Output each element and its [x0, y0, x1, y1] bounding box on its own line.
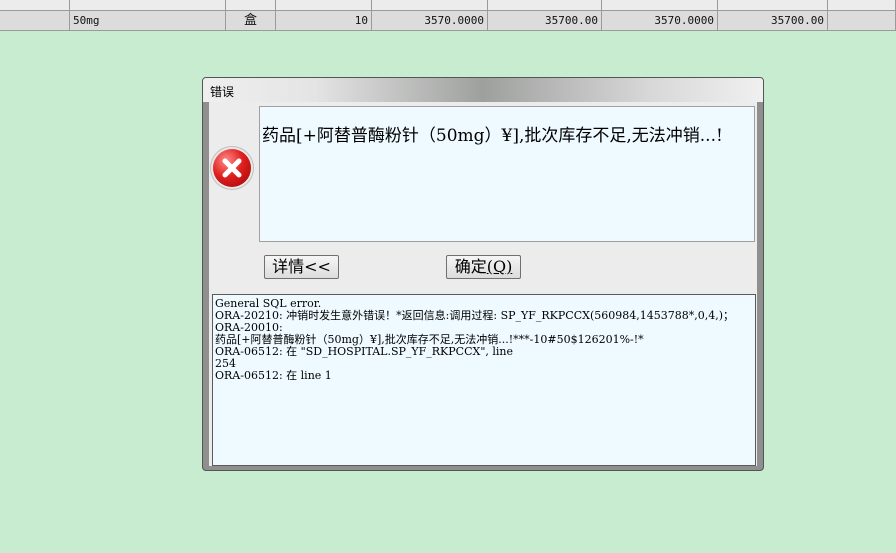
data-grid: 50mg 盒 10 3570.0000 35700.00 3570.0000 3… — [0, 0, 896, 31]
dialog-titlebar[interactable]: 错误 — [203, 78, 763, 102]
grid-cell-amount[interactable]: 35700.00 — [718, 11, 828, 30]
grid-header-cell[interactable] — [602, 0, 718, 10]
grid-cell-amount[interactable]: 35700.00 — [488, 11, 602, 30]
error-icon — [213, 149, 251, 187]
grid-header-cell[interactable] — [70, 0, 226, 10]
grid-cell-spec[interactable]: 50mg — [70, 11, 226, 30]
error-message: 药品[+阿替普酶粉针（50mg）¥],批次库存不足,无法冲销...! — [262, 126, 723, 146]
ok-button[interactable]: 确定(Q) — [446, 255, 521, 279]
ok-button-accelerator: (Q) — [486, 257, 513, 276]
grid-header-cell[interactable] — [828, 0, 896, 10]
details-line: ORA-20210: 冲销时发生意外错误！*返回信息:调用过程: SP_YF_R… — [215, 309, 735, 322]
grid-header-cell[interactable] — [0, 0, 70, 10]
grid-header-cell[interactable] — [718, 0, 828, 10]
table-row[interactable]: 50mg 盒 10 3570.0000 35700.00 3570.0000 3… — [0, 11, 896, 31]
grid-cell-quantity[interactable]: 10 — [276, 11, 372, 30]
error-dialog: 错误 药品[+阿替普酶粉针（50mg）¥],批次库存不足,无法冲销...! 详情… — [202, 77, 764, 471]
grid-cell-unit[interactable]: 盒 — [226, 11, 276, 30]
details-line: ORA-06512: 在 "SD_HOSPITAL.SP_YF_RKPCCX",… — [215, 345, 514, 358]
dialog-title: 错误 — [210, 85, 235, 99]
grid-cell-price[interactable]: 3570.0000 — [602, 11, 718, 30]
grid-cell[interactable] — [0, 11, 70, 30]
details-line: ORA-06512: 在 line 1 — [215, 369, 332, 382]
grid-header-cell[interactable] — [276, 0, 372, 10]
grid-header-row — [0, 0, 896, 11]
grid-header-cell[interactable] — [488, 0, 602, 10]
grid-cell-price[interactable]: 3570.0000 — [372, 11, 488, 30]
grid-cell[interactable] — [828, 11, 896, 30]
grid-header-cell[interactable] — [226, 0, 276, 10]
dialog-body: 药品[+阿替普酶粉针（50mg）¥],批次库存不足,无法冲销...! 详情<< … — [209, 102, 757, 466]
ok-button-label: 确定 — [454, 257, 487, 276]
error-details-box[interactable]: General SQL error. ORA-20210: 冲销时发生意外错误！… — [212, 294, 756, 466]
error-message-box: 药品[+阿替普酶粉针（50mg）¥],批次库存不足,无法冲销...! — [259, 106, 755, 242]
grid-header-cell[interactable] — [372, 0, 488, 10]
details-button[interactable]: 详情<< — [264, 255, 339, 279]
